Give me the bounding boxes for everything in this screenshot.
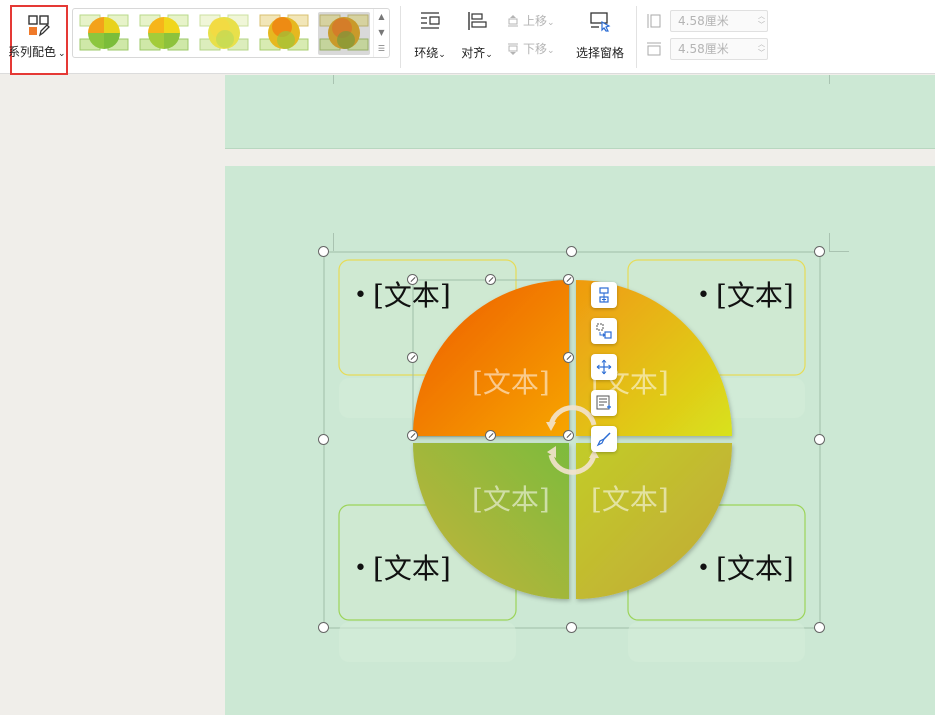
arrange-button[interactable] [591,354,617,380]
text-bottom-right[interactable]: • [文本] [697,547,794,587]
pie-text-bottom-left[interactable]: [文本] [472,478,550,518]
format-brush-button[interactable] [591,426,617,452]
text-top-left[interactable]: • [文本] [354,274,451,314]
resize-handle-ne[interactable] [814,246,825,257]
slice-handle[interactable] [485,274,496,285]
smartart-diagram[interactable] [0,0,935,715]
resize-handle-nw[interactable] [318,246,329,257]
format-brush-icon [596,432,611,447]
resize-handle-n[interactable] [566,246,577,257]
add-shape-button[interactable] [591,282,617,308]
arrange-icon [596,359,612,375]
resize-handle-sw[interactable] [318,622,329,633]
slice-handle[interactable] [563,352,574,363]
text-pane-button[interactable] [591,390,617,416]
resize-handle-e[interactable] [814,434,825,445]
text-top-right[interactable]: • [文本] [697,274,794,314]
pie-text-bottom-right[interactable]: [文本] [591,478,669,518]
text-bottom-left[interactable]: • [文本] [354,547,451,587]
resize-handle-s[interactable] [566,622,577,633]
change-layout-icon [596,323,612,339]
add-shape-icon [599,287,609,303]
slice-handle[interactable] [407,430,418,441]
slice-handle[interactable] [563,274,574,285]
slice-handle[interactable] [485,430,496,441]
slice-handle[interactable] [407,274,418,285]
slice-handle[interactable] [563,430,574,441]
slice-handle[interactable] [407,352,418,363]
reflection [628,622,805,662]
resize-handle-se[interactable] [814,622,825,633]
change-layout-button[interactable] [591,318,617,344]
pie-text-top-left[interactable]: [文本] [472,361,550,401]
resize-handle-w[interactable] [318,434,329,445]
reflection [339,622,516,662]
text-pane-icon [596,395,611,410]
